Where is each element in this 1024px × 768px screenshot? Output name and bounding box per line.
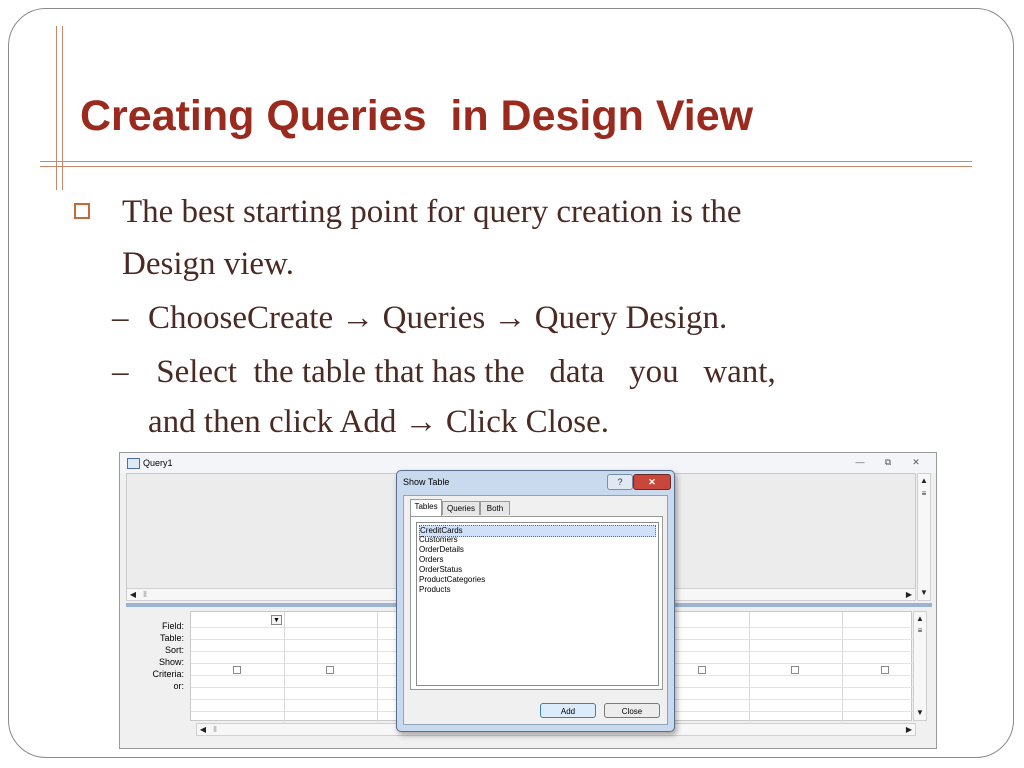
add-button[interactable]: Add [540, 703, 596, 718]
bullet-text-line: The best starting point for query creati… [122, 194, 742, 230]
scroll-up-icon[interactable]: ▲ [914, 613, 926, 625]
field-dropdown-icon[interactable]: ▼ [271, 615, 282, 625]
vertical-scrollbar[interactable]: ▲ ≡ ▼ [917, 473, 931, 601]
show-table-dialog: Show Table ? ✕ Tables Queries Both Credi… [396, 470, 675, 732]
grid-column-divider [284, 612, 285, 722]
window-title: Query1 [143, 458, 173, 468]
scroll-down-icon[interactable]: ▼ [914, 707, 926, 719]
slide-title: Creating Queries in Design View [80, 92, 754, 140]
close-icon[interactable]: ✕ [910, 457, 922, 467]
bullet-text-line: Design view. [122, 246, 294, 282]
sub-bullet-text: ChooseCreate → Queries → Query Design. [148, 300, 728, 336]
show-checkbox[interactable] [233, 666, 241, 674]
tab-both[interactable]: Both [480, 501, 510, 515]
list-item[interactable]: Products [419, 585, 451, 595]
grid-column-divider [749, 612, 750, 722]
table-list[interactable]: CreditCards Customers OrderDetails Order… [416, 522, 659, 686]
grid-column-divider [842, 612, 843, 722]
tables-tab-panel: CreditCards Customers OrderDetails Order… [410, 516, 663, 690]
show-checkbox[interactable] [698, 666, 706, 674]
row-label-field: Field: [161, 621, 184, 631]
query-window-icon [127, 458, 140, 469]
scroll-down-icon[interactable]: ▼ [918, 587, 930, 599]
list-item[interactable]: OrderStatus [419, 565, 462, 575]
list-item[interactable]: Customers [419, 535, 458, 545]
list-item[interactable]: Orders [419, 555, 443, 565]
decorative-rule [40, 161, 972, 162]
scroll-left-icon[interactable]: ◀ [127, 589, 139, 601]
scroll-up-icon[interactable]: ▲ [918, 475, 930, 487]
tab-tables[interactable]: Tables [410, 499, 442, 516]
help-icon[interactable]: ? [607, 474, 633, 490]
row-label-criteria: Criteria: [152, 669, 184, 679]
close-button[interactable]: Close [604, 703, 660, 718]
list-item[interactable]: OrderDetails [419, 545, 464, 555]
row-label-show: Show: [158, 657, 184, 667]
close-icon[interactable]: ✕ [633, 474, 671, 490]
row-label-table: Table: [159, 633, 184, 643]
show-checkbox[interactable] [791, 666, 799, 674]
dash-marker: – [112, 354, 129, 390]
dialog-title: Show Table [403, 477, 450, 487]
dialog-body: Tables Queries Both CreditCards Customer… [403, 495, 668, 725]
grid-column-divider [377, 612, 378, 722]
sub-bullet-text: and then click Add → Click Close. [148, 404, 610, 440]
row-label-sort: Sort: [164, 645, 184, 655]
show-checkbox[interactable] [881, 666, 889, 674]
dash-marker: – [112, 300, 129, 336]
scroll-grip-icon[interactable]: ⦀ [139, 589, 151, 601]
row-label-or: or: [173, 681, 184, 691]
list-item[interactable]: ProductCategories [419, 575, 485, 585]
scroll-right-icon[interactable]: ▶ [903, 589, 915, 601]
decorative-rule [40, 166, 972, 167]
hollow-square-icon [74, 203, 90, 219]
scroll-grip-icon[interactable]: ≡ [918, 488, 930, 500]
scroll-grip-icon[interactable]: ≡ [914, 625, 926, 637]
scroll-grip-icon[interactable]: ⦀ [209, 724, 221, 736]
scroll-right-icon[interactable]: ▶ [903, 724, 915, 736]
scroll-left-icon[interactable]: ◀ [197, 724, 209, 736]
show-checkbox[interactable] [326, 666, 334, 674]
sub-bullet-text: Select the table that has the data you w… [148, 354, 776, 390]
minimize-icon[interactable]: — [854, 457, 866, 467]
tab-queries[interactable]: Queries [442, 501, 480, 515]
vertical-scrollbar[interactable]: ▲ ≡ ▼ [913, 611, 927, 721]
restore-icon[interactable]: ⧉ [882, 457, 894, 467]
